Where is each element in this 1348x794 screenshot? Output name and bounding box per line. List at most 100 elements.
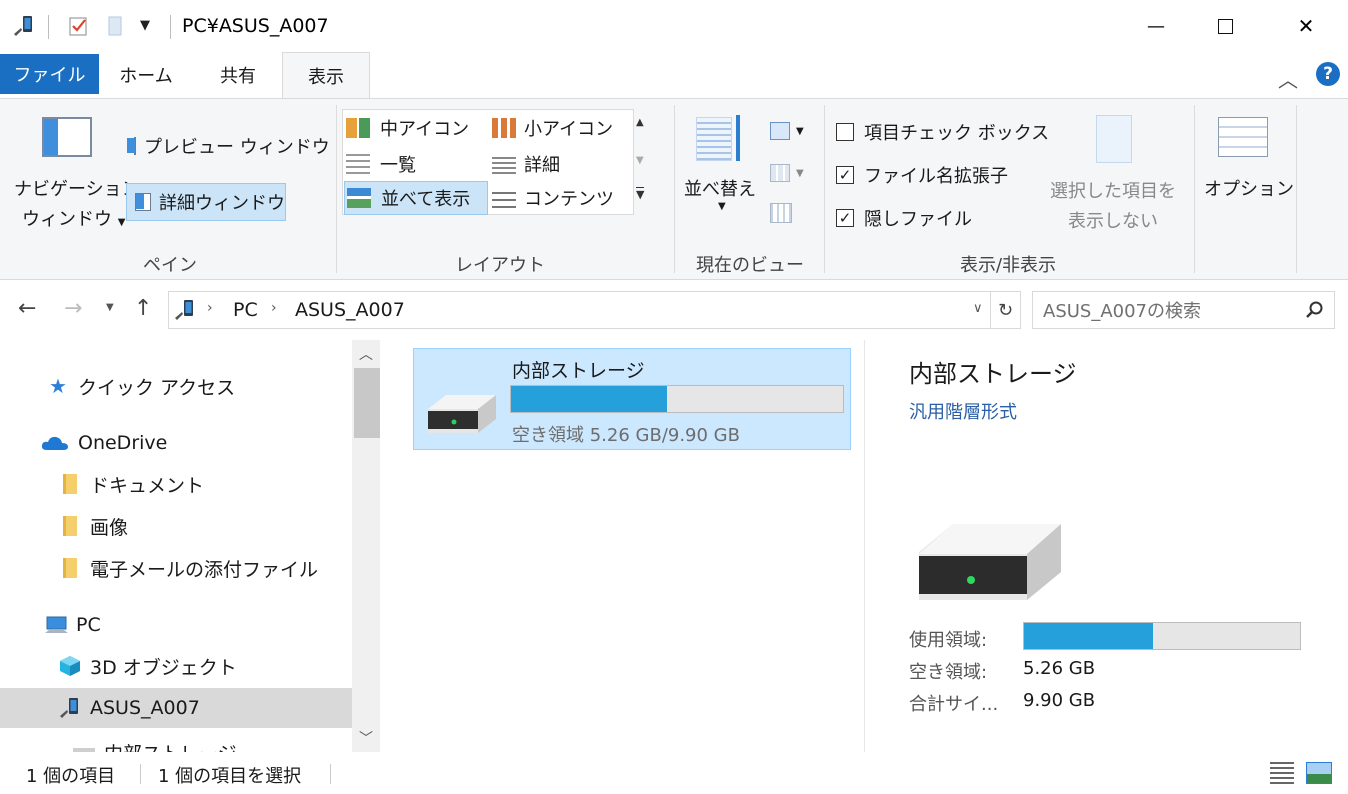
- layout-medium-icons-label: 中アイコン: [380, 119, 470, 140]
- item-checkboxes-checkbox[interactable]: [836, 123, 854, 141]
- options-button[interactable]: オプション: [1200, 113, 1294, 233]
- sort-arrow-icon: [736, 115, 740, 161]
- collapse-ribbon-icon[interactable]: ︿: [1278, 64, 1298, 93]
- star-icon: ★: [49, 374, 67, 398]
- scroll-up-arrow[interactable]: ︿: [352, 340, 380, 368]
- tab-share[interactable]: 共有: [196, 52, 280, 98]
- details-pane: 内部ストレージ 汎用階層形式 使用領域: 空き領域: 5.26 GB 合計サイ.…: [864, 340, 1348, 752]
- nav-item-pictures[interactable]: 画像: [0, 506, 352, 546]
- nav-pane-scrollbar[interactable]: ︿ ﹀: [352, 340, 380, 752]
- large-icons-view-icon[interactable]: [1306, 762, 1332, 784]
- tab-home[interactable]: ホーム: [104, 52, 188, 98]
- layout-content[interactable]: コンテンツ: [492, 183, 614, 213]
- details-pane-button[interactable]: 詳細ウィンドウ: [126, 183, 286, 221]
- hidden-files-label: 隠しファイル: [864, 209, 972, 230]
- chevron-right-icon[interactable]: ›: [271, 300, 277, 316]
- file-extensions-checkbox[interactable]: ✓: [836, 166, 854, 184]
- nav-item-internal-storage[interactable]: 内部ストレージ: [0, 732, 352, 752]
- nav-item-pc[interactable]: PC: [0, 605, 352, 645]
- add-columns-button[interactable]: ▼: [770, 161, 810, 185]
- minimize-button[interactable]: —: [1122, 0, 1190, 52]
- nav-item-email-attachments[interactable]: 電子メールの添付ファイル: [0, 548, 352, 588]
- nav-item-onedrive[interactable]: OneDrive: [0, 423, 352, 463]
- search-icon[interactable]: [1305, 300, 1325, 320]
- size-columns-button[interactable]: [770, 203, 796, 227]
- layout-medium-icons[interactable]: 中アイコン: [346, 113, 469, 143]
- properties-icon[interactable]: [68, 15, 90, 37]
- size-columns-icon: [770, 203, 792, 223]
- search-input[interactable]: [1043, 298, 1283, 324]
- ribbon-tabs: ファイル ホーム 共有 表示 ︿ ?: [0, 52, 1348, 99]
- layout-small-icons[interactable]: 小アイコン: [492, 113, 613, 143]
- tab-file[interactable]: ファイル: [0, 54, 99, 94]
- nav-item-3d-objects[interactable]: 3D オブジェクト: [0, 646, 352, 686]
- forward-arrow-icon[interactable]: →: [64, 296, 82, 321]
- gallery-scroll-up[interactable]: ▲: [636, 117, 644, 128]
- nav-item-documents[interactable]: ドキュメント: [0, 464, 352, 504]
- sort-button[interactable]: 並べ替え ▼: [684, 113, 760, 233]
- address-toolbar: ← → ▼ ↑ › PC › ASUS_A007 ∨ ↻: [0, 280, 1348, 340]
- hide-selected-label-2: 表示しない: [1068, 211, 1158, 232]
- address-bar[interactable]: › PC › ASUS_A007 ∨: [168, 291, 991, 329]
- breadcrumb-pc[interactable]: PC: [233, 299, 258, 321]
- current-view-group-label: 現在のビュー: [696, 255, 804, 276]
- hidden-files-checkbox[interactable]: ✓: [836, 209, 854, 227]
- layout-list[interactable]: 一覧: [346, 149, 416, 179]
- scroll-thumb[interactable]: [354, 368, 380, 438]
- gallery-scroll-down[interactable]: ▼: [636, 155, 644, 166]
- up-arrow-icon[interactable]: ↑: [134, 296, 152, 321]
- details-pane-label: 詳細ウィンドウ: [159, 193, 285, 214]
- list-icon: [346, 154, 370, 174]
- hidden-files-option[interactable]: ✓ 隠しファイル: [836, 205, 972, 231]
- back-arrow-icon[interactable]: ←: [18, 296, 36, 321]
- content-icon: [492, 188, 516, 208]
- hide-selected-button[interactable]: 選択した項目を 表示しない: [1046, 111, 1186, 235]
- address-dropdown-icon[interactable]: ∨: [973, 301, 983, 316]
- navigation-pane-button[interactable]: ナビゲーション ウィンドウ ▼: [8, 113, 140, 233]
- nav-item-label: ドキュメント: [90, 474, 205, 497]
- tab-view[interactable]: 表示: [282, 52, 370, 99]
- breadcrumb-device[interactable]: ASUS_A007: [295, 299, 405, 321]
- layout-tiles[interactable]: 並べて表示: [344, 181, 488, 215]
- item-checkboxes-option[interactable]: 項目チェック ボックス: [836, 119, 1049, 145]
- group-by-button[interactable]: ▼: [770, 119, 810, 143]
- recent-locations-icon[interactable]: ▼: [106, 302, 114, 313]
- hide-selected-icon: [1096, 115, 1132, 163]
- file-extensions-option[interactable]: ✓ ファイル名拡張子: [836, 162, 1008, 188]
- refresh-button[interactable]: ↻: [991, 291, 1021, 329]
- maximize-button[interactable]: [1191, 0, 1259, 52]
- layout-details-label: 詳細: [524, 155, 560, 176]
- layout-details[interactable]: 詳細: [492, 149, 560, 179]
- selected-count: 1 個の項目を選択: [158, 766, 302, 787]
- search-box[interactable]: [1032, 291, 1335, 329]
- preview-usage-fill: [1024, 623, 1154, 649]
- nav-item-asus-a007[interactable]: ASUS_A007: [0, 688, 352, 728]
- internal-storage-tile[interactable]: 内部ストレージ 空き領域 5.26 GB/9.90 GB: [413, 348, 851, 450]
- chevron-right-icon[interactable]: ›: [207, 300, 213, 316]
- drive-icon: [424, 389, 500, 439]
- nav-item-label: OneDrive: [78, 432, 168, 454]
- file-extensions-label: ファイル名拡張子: [864, 166, 1008, 187]
- layout-tiles-label: 並べて表示: [381, 189, 471, 210]
- sort-dropdown-icon: ▼: [718, 201, 726, 212]
- layout-small-icons-label: 小アイコン: [524, 119, 614, 140]
- nav-item-quick-access[interactable]: ★ クイック アクセス: [0, 366, 352, 406]
- chevron-down-icon: ▼: [117, 217, 126, 228]
- new-folder-icon[interactable]: [106, 15, 126, 37]
- customize-quick-access-icon[interactable]: ▼: [140, 18, 150, 33]
- maximize-icon: [1217, 18, 1233, 34]
- help-icon[interactable]: ?: [1316, 62, 1340, 86]
- gallery-expand[interactable]: ▼: [636, 187, 645, 201]
- close-button[interactable]: ✕: [1272, 0, 1340, 52]
- preview-pane-button[interactable]: プレビュー ウィンドウ: [127, 129, 330, 163]
- nav-item-label: クイック アクセス: [78, 376, 236, 399]
- free-space-label: 空き領域:: [909, 662, 988, 683]
- scroll-down-arrow[interactable]: ﹀: [352, 724, 380, 752]
- cube-icon: [58, 655, 82, 677]
- folder-icon: [58, 473, 82, 495]
- preview-type: 汎用階層形式: [909, 402, 1017, 423]
- item-checkboxes-label: 項目チェック ボックス: [864, 123, 1050, 144]
- hide-selected-label-1: 選択した項目を: [1050, 181, 1176, 202]
- preview-name: 内部ストレージ: [909, 360, 1077, 388]
- details-view-icon[interactable]: [1270, 762, 1294, 784]
